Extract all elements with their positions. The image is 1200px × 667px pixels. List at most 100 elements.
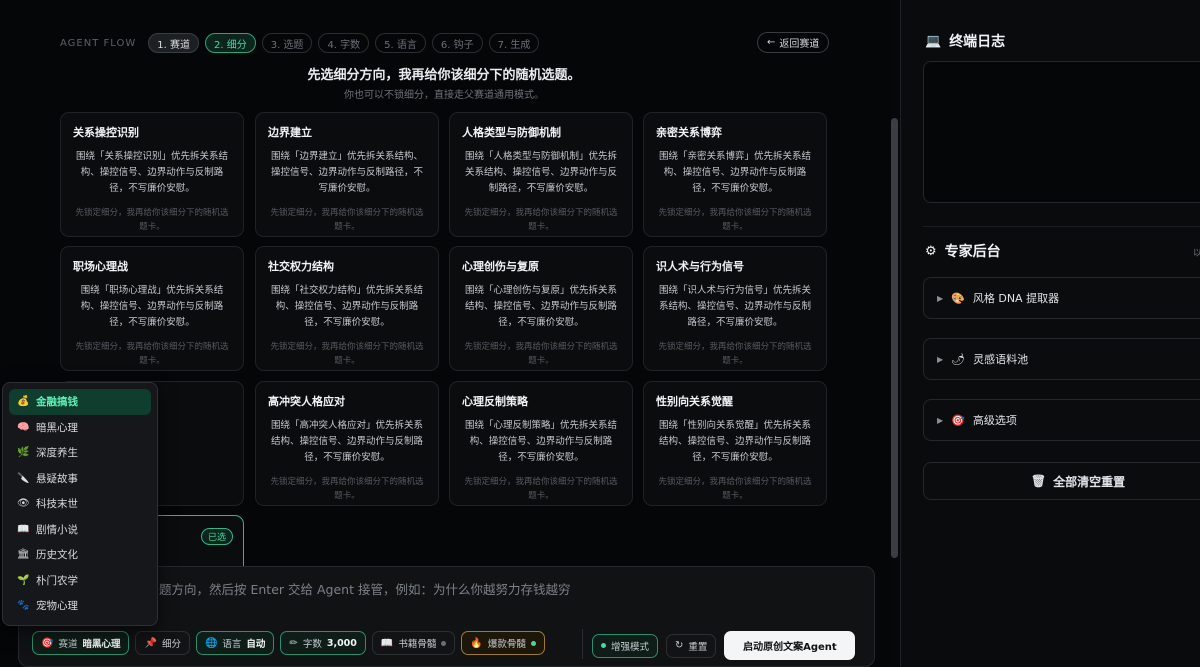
menu-item-label: 历史文化 [36, 549, 78, 562]
menu-item-history[interactable]: 🏛 历史文化 [9, 542, 151, 568]
menu-item-label: 深度养生 [36, 447, 78, 460]
step-word-count[interactable]: 4. 字数 [318, 33, 370, 53]
track-chip-value: 暗黑心理 [82, 639, 121, 650]
style-dna-section[interactable]: ▶ 🎨 风格 DNA 提取器 [923, 277, 1200, 319]
menu-item-fiction[interactable]: 📖 剧情小说 [9, 517, 151, 543]
subdivision-card[interactable]: 人格类型与防御机制 围绕「人格类型与防御机制」优先拆关系结构、操控信号、边界动作… [449, 112, 633, 237]
book-marrow-chip[interactable]: 📖 书籍骨髓 [371, 631, 456, 655]
pencil-icon: ✏ [289, 637, 298, 649]
card-note: 先锁定细分，我再给你该细分下的随机选题卡。 [270, 342, 424, 366]
card-description: 围绕「关系操控识别」优先拆关系结构、操控信号、边界动作与反制路径，不写廉价安慰。 [75, 151, 228, 194]
menu-item-label: 宠物心理 [36, 600, 78, 613]
advanced-options-section[interactable]: ▶ 🎯 高级选项 [923, 399, 1200, 441]
book-icon: 📖 [380, 637, 394, 649]
menu-item-tech-doom[interactable]: 👁 科技末世 [9, 491, 151, 517]
card-note: 先锁定细分，我再给你该细分下的随机选题卡。 [464, 208, 618, 232]
subdivision-card[interactable]: 心理反制策略 围绕「心理反制策略」优先拆关系结构、操控信号、边界动作与反制路径，… [449, 381, 633, 506]
temple-icon: 🏛 [17, 549, 30, 561]
card-description: 围绕「人格类型与防御机制」优先拆关系结构、操控信号、边界动作与反制路径，不写廉价… [464, 151, 617, 194]
toggle-off-dot [441, 640, 447, 646]
subdivision-chip[interactable]: 📌 细分 [135, 631, 190, 655]
card-title: 关系操控识别 [73, 126, 139, 139]
terminal-log-title: 💻 终端日志 [925, 31, 1005, 51]
card-note: 先锁定细分，我再给你该细分下的随机选题卡。 [75, 342, 229, 366]
subdivision-card[interactable]: 亲密关系博弈 围绕「亲密关系博弈」优先拆关系结构、操控信号、边界动作与反制路径，… [643, 112, 827, 237]
card-description: 围绕「社交权力结构」优先拆关系结构、操控信号、边界动作与反制路径，不写廉价安慰。 [270, 285, 423, 328]
menu-item-label: 悬疑故事 [36, 472, 78, 485]
reset-button[interactable]: ↻ 重置 [666, 633, 717, 658]
right-divider [923, 226, 1200, 227]
selected-badge: 已选 [200, 528, 233, 545]
card-note: 先锁定细分，我再给你该细分下的随机选题卡。 [658, 342, 812, 366]
agent-flow-stepper: AGENT FLOW 1. 赛道 2. 细分 3. 选题 4. 字数 5. 语言… [60, 33, 540, 53]
terminal-icon: 💻 [925, 33, 942, 49]
track-chip[interactable]: 🎯 赛道 暗黑心理 [32, 631, 130, 655]
knife-icon: 🔪 [17, 472, 30, 484]
prompt-input-text[interactable]: 题方向，然后按 Enter 交给 Agent 接管，例如：为什么你越努力存钱越穷 [159, 579, 570, 598]
card-note: 先锁定细分，我再给你该细分下的随机选题卡。 [464, 342, 618, 366]
money-bag-icon: 💰 [17, 396, 30, 408]
prompt-toolbar: 🎯 赛道 暗黑心理 📌 细分 🌐 语言 自动 ✏ 字数 3,000 📖 书籍骨髓 [32, 631, 545, 655]
menu-item-label: 暗黑心理 [36, 421, 78, 434]
track-dropdown-menu: 💰 金融搞钱 🧠 暗黑心理 🌿 深度养生 🔪 悬疑故事 👁 科技末世 📖 剧情小… [2, 382, 158, 626]
track-chip-label: 赛道 [58, 639, 78, 650]
enhance-mode-toggle[interactable]: 增强模式 [592, 633, 659, 658]
trash-icon: 🗑 [1030, 474, 1047, 488]
globe-icon: 🌐 [204, 637, 218, 649]
step-subdivision[interactable]: 2. 细分 [204, 33, 256, 53]
card-description: 围绕「心理反制策略」优先拆关系结构、操控信号、边界动作与反制路径，不写廉价安慰。 [464, 420, 617, 463]
gear-icon: ⚙ [925, 243, 937, 259]
subdivision-card[interactable]: 职场心理战 围绕「职场心理战」优先拆关系结构、操控信号、边界动作与反制路径，不写… [60, 246, 244, 371]
card-title: 亲密关系博弈 [656, 126, 722, 139]
menu-item-label: 科技末世 [36, 498, 78, 511]
menu-item-finance[interactable]: 💰 金融搞钱 [9, 389, 151, 415]
menu-item-wellness[interactable]: 🌿 深度养生 [9, 440, 151, 466]
menu-item-pet-psychology[interactable]: 🐾 宠物心理 [9, 593, 151, 619]
terminal-log-area[interactable] [923, 61, 1200, 203]
language-chip[interactable]: 🌐 语言 自动 [195, 631, 275, 655]
clear-all-label: 全部清空重置 [1053, 474, 1126, 489]
brain-icon: 🧠 [17, 421, 30, 433]
reset-icon: ↻ [675, 640, 684, 651]
toggle-on-dot [601, 643, 606, 648]
enhance-mode-label: 增强模式 [611, 641, 650, 653]
word-count-chip[interactable]: ✏ 字数 3,000 [280, 631, 366, 655]
viral-marrow-chip[interactable]: 🔥 爆款骨髓 [461, 631, 545, 655]
word-count-chip-value: 3,000 [326, 637, 357, 649]
menu-item-label: 朴门农学 [36, 574, 78, 587]
card-title: 心理反制策略 [462, 395, 528, 408]
card-description: 围绕「边界建立」优先拆关系结构、操控信号、边界动作与反制路径，不写廉价安慰。 [270, 151, 423, 194]
menu-item-permaculture[interactable]: 🌱 朴门农学 [9, 568, 151, 594]
card-title: 边界建立 [268, 126, 312, 139]
inspiration-pool-section[interactable]: ▶ 🌶 灵感语料池 [923, 338, 1200, 380]
subdivision-card[interactable]: 高冲突人格应对 围绕「高冲突人格应对」优先拆关系结构、操控信号、边界动作与反制路… [255, 381, 439, 506]
clipped-label: 以 [1193, 249, 1200, 259]
toolbar-divider [582, 629, 583, 659]
subdivision-card[interactable]: 性别向关系觉醒 围绕「性别向关系觉醒」优先拆关系结构、操控信号、边界动作与反制路… [643, 381, 827, 506]
triangle-right-icon: ▶ [937, 293, 944, 303]
chili-icon: 🌶 [951, 352, 966, 366]
step-hook[interactable]: 6. 钩子 [431, 33, 483, 53]
step-topic[interactable]: 3. 选题 [261, 33, 313, 53]
subdivision-card[interactable]: 心理创伤与复原 围绕「心理创伤与复原」优先拆关系结构、操控信号、边界动作与反制路… [449, 246, 633, 371]
step-language[interactable]: 5. 语言 [375, 33, 426, 53]
toggle-on-dot [530, 640, 536, 646]
back-to-track-button[interactable]: ← 返回赛道 [757, 32, 830, 53]
triangle-right-icon: ▶ [937, 415, 944, 425]
step-track[interactable]: 1. 赛道 [148, 33, 199, 53]
subdivision-card[interactable]: 识人术与行为信号 围绕「识人术与行为信号」优先拆关系结构、操控信号、边界动作与反… [643, 246, 827, 371]
prompt-actions: 增强模式 ↻ 重置 启动原创文案Agent [592, 631, 856, 660]
menu-item-dark-psychology[interactable]: 🧠 暗黑心理 [9, 415, 151, 441]
card-title: 高冲突人格应对 [268, 395, 345, 408]
back-to-track-label: 返回赛道 [779, 39, 820, 50]
step-generate[interactable]: 7. 生成 [488, 33, 540, 53]
subdivision-card[interactable]: 关系操控识别 围绕「关系操控识别」优先拆关系结构、操控信号、边界动作与反制路径，… [60, 112, 244, 237]
main-scrollbar[interactable] [891, 118, 898, 558]
clear-all-button[interactable]: 🗑 全部清空重置 [923, 462, 1200, 500]
subdivision-card[interactable]: 社交权力结构 围绕「社交权力结构」优先拆关系结构、操控信号、边界动作与反制路径，… [255, 246, 439, 371]
card-note: 先锁定细分，我再给你该细分下的随机选题卡。 [270, 208, 424, 232]
menu-item-suspense[interactable]: 🔪 悬疑故事 [9, 466, 151, 492]
launch-agent-button[interactable]: 启动原创文案Agent [724, 631, 856, 660]
subdivision-card[interactable]: 边界建立 围绕「边界建立」优先拆关系结构、操控信号、边界动作与反制路径，不写廉价… [255, 112, 439, 237]
card-note: 先锁定细分，我再给你该细分下的随机选题卡。 [464, 477, 618, 501]
